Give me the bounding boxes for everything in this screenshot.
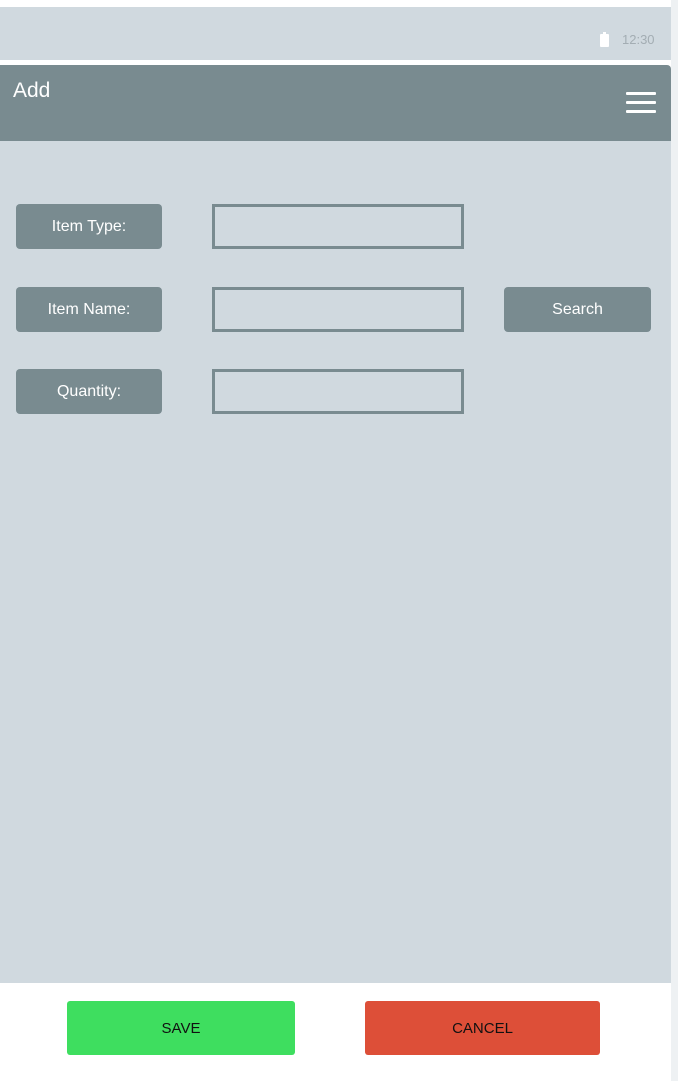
window-edge xyxy=(671,0,678,1081)
item-type-input[interactable] xyxy=(212,204,464,249)
quantity-input[interactable] xyxy=(212,369,464,414)
status-bar: 12:30 xyxy=(0,7,671,60)
battery-icon xyxy=(600,32,609,47)
save-button[interactable]: SAVE xyxy=(67,1001,295,1055)
page-title: Add xyxy=(13,79,51,102)
footer-actions: SAVE CANCEL xyxy=(0,983,671,1081)
app-bar: Add xyxy=(0,65,671,141)
quantity-label: Quantity: xyxy=(16,369,162,414)
item-name-input[interactable] xyxy=(212,287,464,332)
form-area: Item Type: Item Name: Search Quantity: xyxy=(0,141,671,983)
status-time: 12:30 xyxy=(622,32,655,47)
cancel-button[interactable]: CANCEL xyxy=(365,1001,600,1055)
search-button[interactable]: Search xyxy=(504,287,651,332)
item-type-label: Item Type: xyxy=(16,204,162,249)
app-window: 12:30 Add Item Type: Item Name: Search Q… xyxy=(0,0,671,1081)
item-name-label: Item Name: xyxy=(16,287,162,332)
hamburger-menu-icon[interactable] xyxy=(626,92,656,114)
